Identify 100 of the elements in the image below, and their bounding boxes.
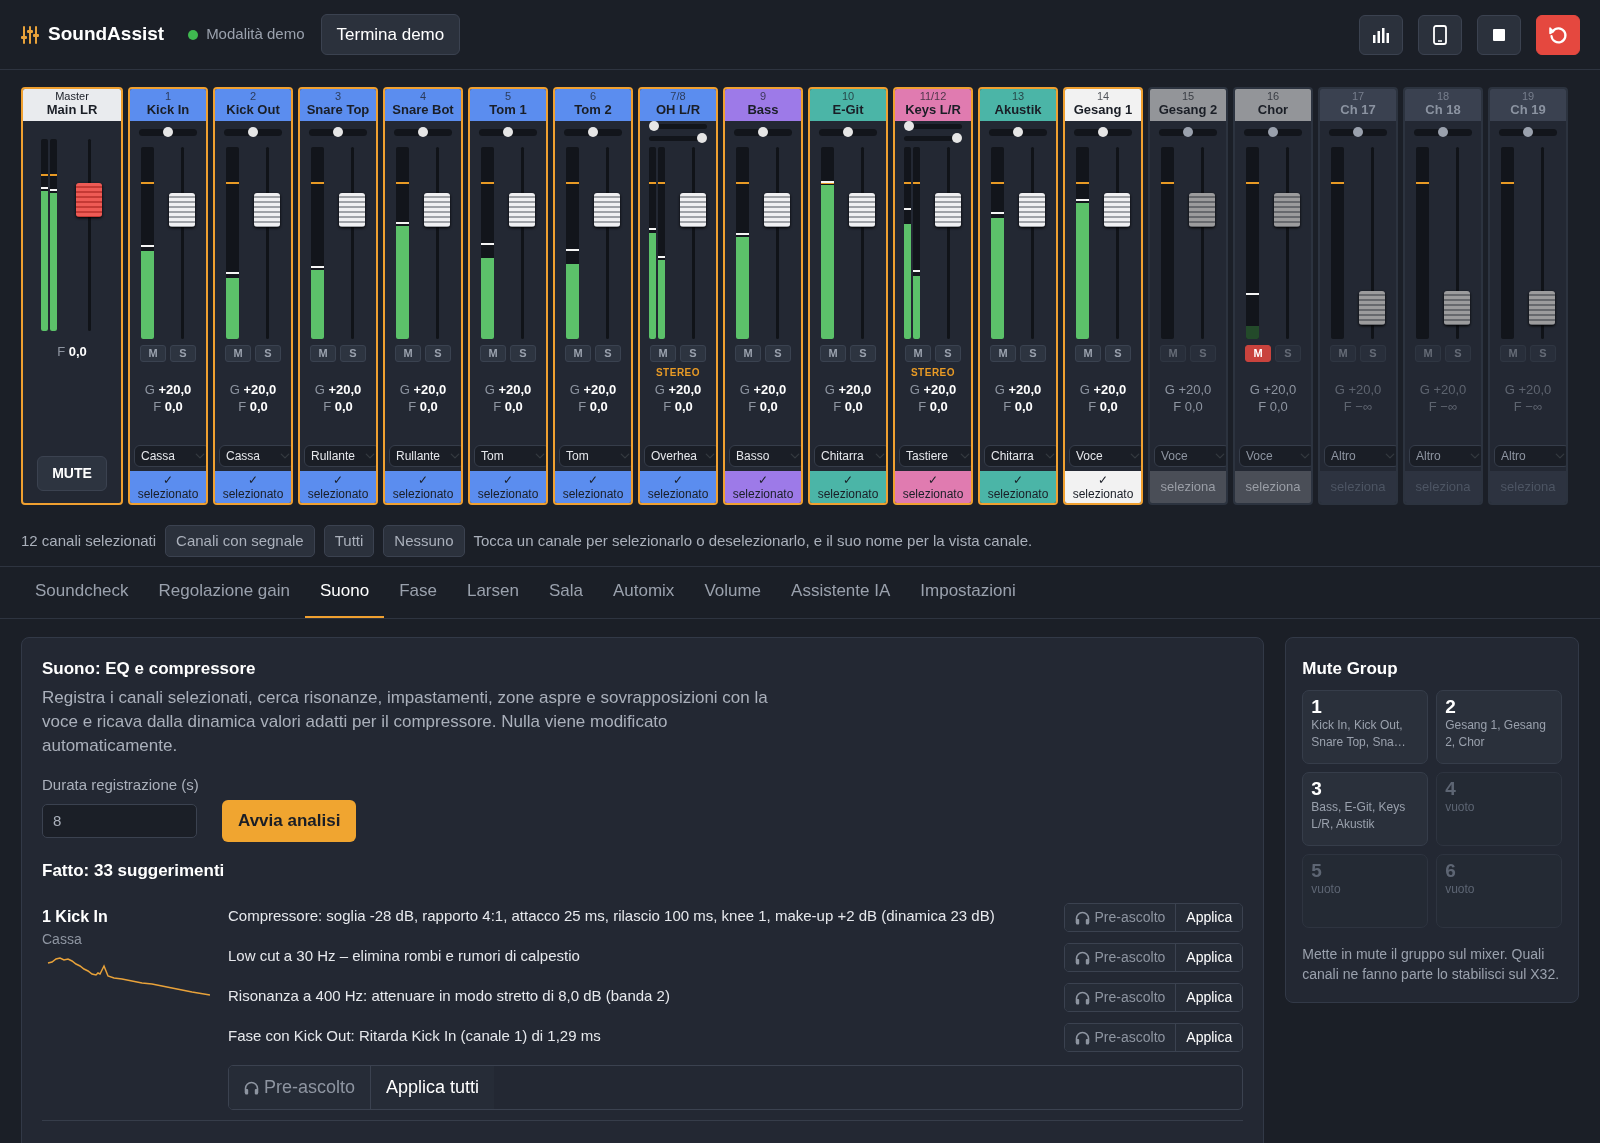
preview-button[interactable]: Pre-ascolto: [1064, 1024, 1177, 1051]
category-select[interactable]: Cassa: [219, 445, 291, 467]
apply-button[interactable]: Applica: [1176, 904, 1243, 931]
category-select[interactable]: Voce: [1069, 445, 1141, 467]
mute-group-tile[interactable]: 1 Kick In, Kick Out, Snare Top, Sna…: [1302, 689, 1429, 764]
mute-button[interactable]: M: [310, 345, 336, 362]
channel-strip[interactable]: 3 Snare Top M S G +20,0 F 0,0 Rullante ✓ selezionato: [298, 87, 378, 505]
pan-slider[interactable]: [904, 121, 962, 131]
select-toggle[interactable]: seleziona: [1235, 471, 1311, 503]
fader-handle[interactable]: [423, 192, 450, 227]
tab[interactable]: Suono: [304, 566, 385, 618]
category-select[interactable]: Rullante: [389, 445, 461, 467]
channel-name[interactable]: Tom 1: [470, 102, 546, 117]
category-select[interactable]: Altro: [1494, 445, 1566, 467]
solo-button[interactable]: S: [510, 345, 536, 362]
select-toggle[interactable]: ✓ selezionato: [895, 471, 971, 503]
mute-button[interactable]: M: [1075, 345, 1101, 362]
mute-group-tile[interactable]: 3 Bass, E-Git, Keys L/R, Akustik: [1302, 771, 1429, 846]
fader-handle[interactable]: [1188, 192, 1215, 227]
reset-button[interactable]: [1536, 14, 1580, 55]
pan-slider[interactable]: [139, 127, 197, 137]
select-toggle[interactable]: seleziona: [1150, 471, 1226, 503]
channel-name[interactable]: Ch 19: [1490, 102, 1566, 117]
filter-button[interactable]: Nessuno: [383, 524, 465, 558]
channel-strip[interactable]: 9 Bass M S G +20,0 F 0,0 Basso ✓ selezionato: [723, 87, 803, 505]
category-select[interactable]: Chitarra: [984, 445, 1056, 467]
category-select[interactable]: Overhea: [644, 445, 716, 467]
select-toggle[interactable]: ✓ selezionato: [725, 471, 801, 503]
bar-chart-button[interactable]: [1359, 14, 1403, 55]
mute-button[interactable]: M: [905, 345, 931, 362]
category-select[interactable]: Altro: [1409, 445, 1481, 467]
apply-button[interactable]: Applica: [1176, 944, 1243, 971]
pan-slider[interactable]: [1074, 127, 1132, 137]
channel-strip[interactable]: 10 E-Git M S G +20,0 F 0,0 Chitarra ✓ selezionato: [808, 87, 888, 505]
channel-name[interactable]: E-Git: [810, 102, 886, 117]
pan-slider[interactable]: [479, 127, 537, 137]
category-select[interactable]: Tastiere: [899, 445, 971, 467]
select-toggle[interactable]: ✓ selezionato: [640, 471, 716, 503]
mute-button[interactable]: M: [735, 345, 761, 362]
solo-button[interactable]: S: [255, 345, 281, 362]
channel-name[interactable]: Chor: [1235, 102, 1311, 117]
mute-group-tile[interactable]: 2 Gesang 1, Gesang 2, Chor: [1436, 689, 1562, 764]
pan-slider[interactable]: [309, 127, 367, 137]
channel-strip[interactable]: 14 Gesang 1 M S G +20,0 F 0,0 Voce ✓ selezionato: [1063, 87, 1143, 505]
channel-name[interactable]: Snare Bot: [385, 102, 461, 117]
channel-strip[interactable]: 4 Snare Bot M S G +20,0 F 0,0 Rullante ✓ selezionato: [383, 87, 463, 505]
channel-strip[interactable]: 11/12 Keys L/R M S STEREO G +20,0 F 0,0 Tastiere ✓ selezionato: [893, 87, 973, 505]
tab[interactable]: Larsen: [451, 566, 534, 618]
pan-slider[interactable]: [394, 127, 452, 137]
solo-button[interactable]: S: [765, 345, 791, 362]
filter-button[interactable]: Tutti: [323, 524, 375, 558]
solo-button[interactable]: S: [680, 345, 706, 362]
pan-slider[interactable]: [734, 127, 792, 137]
channel-name[interactable]: Bass: [725, 102, 801, 117]
channel-strip[interactable]: 15 Gesang 2 M S G +20,0 F 0,0 Voce seleziona: [1148, 87, 1228, 505]
category-select[interactable]: Tom: [474, 445, 546, 467]
filter-button[interactable]: Canali con segnale: [165, 524, 315, 558]
fader-handle[interactable]: [168, 192, 195, 227]
mute-button[interactable]: M: [480, 345, 506, 362]
pan-slider[interactable]: [1329, 127, 1387, 137]
mute-button[interactable]: M: [565, 345, 591, 362]
category-select[interactable]: Tom: [559, 445, 631, 467]
pan-slider[interactable]: [1414, 127, 1472, 137]
channel-name[interactable]: Akustik: [980, 102, 1056, 117]
select-toggle[interactable]: ✓ selezionato: [980, 471, 1056, 503]
channel-name[interactable]: Ch 17: [1320, 102, 1396, 117]
apply-button[interactable]: Applica: [1176, 984, 1243, 1011]
tab[interactable]: Sala: [533, 566, 598, 618]
channel-name[interactable]: Tom 2: [555, 102, 631, 117]
preview-button[interactable]: Pre-ascolto: [229, 1066, 372, 1109]
preview-button[interactable]: Pre-ascolto: [1064, 904, 1177, 931]
select-toggle[interactable]: ✓ selezionato: [215, 471, 291, 503]
fader-handle[interactable]: [1528, 290, 1555, 325]
pan-slider[interactable]: [819, 127, 877, 137]
category-select[interactable]: Chitarra: [814, 445, 886, 467]
solo-button[interactable]: S: [850, 345, 876, 362]
channel-name[interactable]: Ch 18: [1405, 102, 1481, 117]
analyze-button[interactable]: Avvia analisi: [222, 800, 357, 842]
tab[interactable]: Regolazione gain: [143, 566, 305, 618]
tab[interactable]: Fase: [384, 566, 452, 618]
mute-button[interactable]: M: [225, 345, 251, 362]
mute-button[interactable]: M: [140, 345, 166, 362]
mute-button[interactable]: M: [650, 345, 676, 362]
category-select[interactable]: Rullante: [304, 445, 376, 467]
solo-button[interactable]: S: [1020, 345, 1046, 362]
mute-button[interactable]: M: [990, 345, 1016, 362]
preview-button[interactable]: Pre-ascolto: [1064, 944, 1177, 971]
category-select[interactable]: Voce: [1154, 445, 1226, 467]
category-select[interactable]: Basso: [729, 445, 801, 467]
channel-strip[interactable]: 5 Tom 1 M S G +20,0 F 0,0 Tom ✓ selezionato: [468, 87, 548, 505]
tab[interactable]: Assistente IA: [776, 566, 906, 618]
pan-slider[interactable]: [649, 121, 707, 131]
tab[interactable]: Automix: [597, 566, 690, 618]
channel-strip[interactable]: 16 Chor M S G +20,0 F 0,0 Voce seleziona: [1233, 87, 1313, 505]
preview-button[interactable]: Pre-ascolto: [1064, 984, 1177, 1011]
solo-button[interactable]: S: [1105, 345, 1131, 362]
fader-handle[interactable]: [508, 192, 535, 227]
mute-button[interactable]: M: [1245, 345, 1271, 362]
pan-slider[interactable]: [904, 133, 962, 143]
fader-handle[interactable]: [763, 192, 790, 227]
